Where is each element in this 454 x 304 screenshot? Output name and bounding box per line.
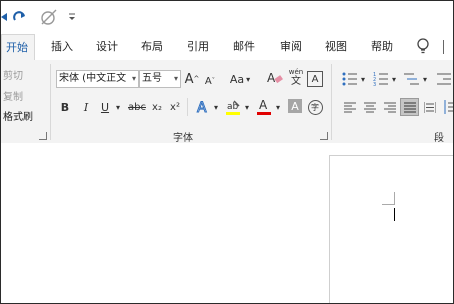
align-right-button[interactable] <box>384 102 396 116</box>
font-launcher-icon[interactable] <box>320 132 328 140</box>
text-effects-button[interactable]: A <box>195 98 211 116</box>
font-color-button[interactable]: A <box>256 98 272 116</box>
font-size-select[interactable]: 五号 ▾ <box>139 70 181 88</box>
font-size-value: 五号 <box>142 73 162 84</box>
tab-help[interactable]: 帮助 <box>371 38 393 54</box>
redo-icon[interactable] <box>11 7 29 27</box>
numbering-button[interactable]: 123 <box>373 72 389 89</box>
margin-corner-mark <box>382 192 395 205</box>
word-window: 开始 插入 设计 布局 引用 邮件 审阅 视图 帮助 剪切 复制 格式刷 宋体 … <box>0 0 454 304</box>
highlight-color-swatch <box>226 112 240 115</box>
change-case-label: Aa <box>229 72 245 86</box>
chevron-down-icon[interactable]: ▾ <box>114 98 122 116</box>
tab-home[interactable]: 开始 <box>1 34 35 60</box>
ribbon-home: 剪切 复制 格式刷 宋体 (中文正文 ▾ 五号 ▾ A ^ Aˇ Aa ▾ A wé… <box>1 60 453 159</box>
chevron-down-icon[interactable]: ▾ <box>243 98 251 116</box>
enclose-characters-glyph: 字 <box>307 99 323 115</box>
strikethrough-button[interactable]: abc <box>128 98 146 116</box>
align-left-button[interactable] <box>344 102 356 116</box>
align-center-button[interactable] <box>364 102 376 116</box>
line-spacing-button[interactable] <box>443 100 453 114</box>
tab-design[interactable]: 设计 <box>96 38 118 54</box>
format-painter-button[interactable]: 格式刷 <box>3 108 33 123</box>
cut-button[interactable]: 剪切 <box>3 67 23 82</box>
tab-mailings[interactable]: 邮件 <box>233 38 255 54</box>
tab-view[interactable]: 视图 <box>325 38 347 54</box>
customize-toolbar-icon[interactable] <box>67 7 77 27</box>
shrink-font-button[interactable]: Aˇ <box>204 72 216 90</box>
phonetic-guide-button[interactable]: wén 文 <box>288 68 304 87</box>
character-border-button[interactable]: A <box>307 71 323 87</box>
chevron-down-icon[interactable]: ▾ <box>421 70 429 88</box>
chevron-down-icon[interactable]: ▾ <box>212 98 220 116</box>
chevron-down-icon[interactable]: ▾ <box>359 70 367 88</box>
bullets-button[interactable] <box>342 72 358 89</box>
ribbon-tabs: 开始 插入 设计 布局 引用 邮件 审阅 视图 帮助 <box>1 34 453 60</box>
font-family-select[interactable]: 宋体 (中文正文 ▾ <box>56 70 139 88</box>
quick-access-toolbar <box>1 1 453 34</box>
grow-font-button[interactable]: A ^ <box>185 70 200 88</box>
superscript-button[interactable]: x² <box>168 98 182 116</box>
enclose-characters-button[interactable]: 字 <box>307 98 323 116</box>
decrease-indent-button[interactable] <box>437 72 451 89</box>
justify-button[interactable] <box>400 98 419 116</box>
font-color-swatch <box>257 112 271 115</box>
tab-review[interactable]: 审阅 <box>280 38 302 54</box>
group-divider <box>331 64 332 140</box>
font-color-letter: A <box>259 98 268 112</box>
touch-mode-icon[interactable] <box>38 7 60 27</box>
highlight-color-button[interactable]: ab <box>225 98 241 116</box>
svg-text:3: 3 <box>373 82 376 86</box>
multilevel-list-button[interactable] <box>404 72 420 89</box>
clipboard-launcher-icon[interactable] <box>39 132 47 140</box>
italic-button[interactable]: I <box>80 98 92 116</box>
font-family-value: 宋体 (中文正文 <box>59 73 127 84</box>
group-divider <box>50 64 51 140</box>
subscript-button[interactable]: x₂ <box>150 98 164 116</box>
chevron-down-icon[interactable]: ▾ <box>390 70 398 88</box>
chevron-down-icon[interactable]: ▾ <box>274 98 282 116</box>
character-shading-button[interactable]: A <box>288 99 302 113</box>
tab-layout[interactable]: 布局 <box>141 38 163 54</box>
bold-button[interactable]: B <box>59 98 71 116</box>
copy-button[interactable]: 复制 <box>3 88 23 103</box>
chevron-down-icon: ▾ <box>246 74 251 84</box>
undo-arrow-icon[interactable] <box>1 7 9 27</box>
document-page[interactable] <box>329 155 453 303</box>
text-cursor <box>394 208 395 221</box>
divider <box>187 98 188 116</box>
phonetic-guide-char: 文 <box>291 76 301 87</box>
svg-text:A: A <box>197 100 207 115</box>
chevron-down-icon: ▾ <box>131 74 136 83</box>
distributed-button[interactable] <box>423 102 437 116</box>
change-case-button[interactable]: Aa ▾ <box>229 70 251 88</box>
chevron-down-icon: ▾ <box>173 74 178 83</box>
font-group-label: 字体 <box>173 133 193 144</box>
lightbulb-icon[interactable] <box>416 37 430 58</box>
svg-text:A: A <box>267 71 276 85</box>
document-area[interactable] <box>1 143 453 303</box>
clear-formatting-icon[interactable]: A <box>266 69 284 87</box>
cursor-bar <box>443 40 444 54</box>
phonetic-guide-top: wén <box>288 68 304 76</box>
underline-button[interactable]: U <box>99 98 111 116</box>
tab-references[interactable]: 引用 <box>187 38 209 54</box>
tab-insert[interactable]: 插入 <box>51 38 73 54</box>
